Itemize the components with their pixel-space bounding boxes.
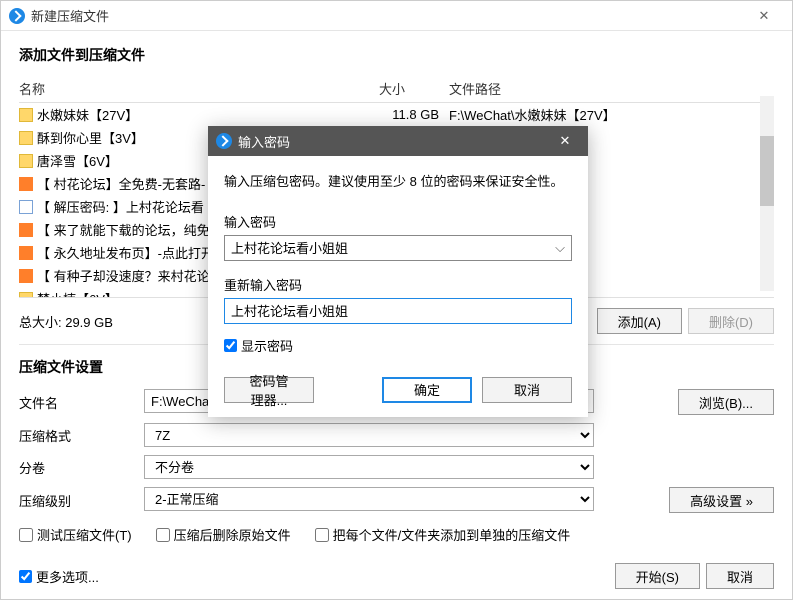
window-title: 新建压缩文件 bbox=[31, 6, 744, 25]
separate-checkbox-input[interactable] bbox=[315, 528, 329, 542]
ok-button[interactable]: 确定 bbox=[382, 377, 472, 403]
file-type-icon bbox=[19, 246, 33, 260]
delete-after-checkbox[interactable]: 压缩后删除原始文件 bbox=[156, 525, 291, 544]
password-combo[interactable]: 上村花论坛看小姐姐 ⌵ bbox=[224, 235, 572, 261]
delete-after-checkbox-label: 压缩后删除原始文件 bbox=[174, 525, 291, 544]
separate-checkbox-label: 把每个文件/文件夹添加到单独的压缩文件 bbox=[333, 525, 571, 544]
password-manager-button[interactable]: 密码管理器... bbox=[224, 377, 314, 403]
bottom-bar: 更多选项... 开始(S) 取消 bbox=[1, 553, 792, 599]
volume-select[interactable]: 不分卷 bbox=[144, 455, 594, 479]
add-files-title: 添加文件到压缩文件 bbox=[19, 45, 774, 65]
password-label: 输入密码 bbox=[224, 212, 572, 231]
dialog-titlebar: 输入密码 ✕ bbox=[208, 126, 588, 156]
test-checkbox-label: 测试压缩文件(T) bbox=[37, 525, 132, 544]
file-list-header: 名称 大小 文件路径 bbox=[19, 75, 774, 103]
more-options-checkbox[interactable] bbox=[19, 570, 32, 583]
cancel-button[interactable]: 取消 bbox=[706, 563, 774, 589]
dialog-app-icon bbox=[216, 133, 232, 149]
add-button[interactable]: 添加(A) bbox=[597, 308, 682, 334]
dialog-cancel-button[interactable]: 取消 bbox=[482, 377, 572, 403]
window-titlebar: 新建压缩文件 ✕ bbox=[1, 1, 792, 31]
advanced-button[interactable]: 高级设置 » bbox=[669, 487, 774, 513]
level-select[interactable]: 2-正常压缩 bbox=[144, 487, 594, 511]
file-size: 11.8 GB bbox=[379, 107, 449, 122]
delete-button: 删除(D) bbox=[688, 308, 774, 334]
start-button[interactable]: 开始(S) bbox=[615, 563, 700, 589]
file-name: 水嫩妹妹【27V】 bbox=[37, 105, 379, 124]
more-options-label: 更多选项... bbox=[36, 567, 99, 586]
test-checkbox-input[interactable] bbox=[19, 528, 33, 542]
level-label: 压缩级别 bbox=[19, 491, 144, 510]
app-icon bbox=[9, 8, 25, 24]
volume-label: 分卷 bbox=[19, 458, 144, 477]
dialog-title: 输入密码 bbox=[238, 132, 550, 151]
scrollbar-thumb[interactable] bbox=[760, 136, 774, 206]
scrollbar[interactable] bbox=[760, 96, 774, 291]
file-type-icon bbox=[19, 223, 33, 237]
header-size[interactable]: 大小 bbox=[379, 79, 449, 98]
show-password-checkbox-input[interactable] bbox=[224, 339, 237, 352]
test-checkbox[interactable]: 测试压缩文件(T) bbox=[19, 525, 132, 544]
show-password-checkbox[interactable]: 显示密码 bbox=[224, 336, 572, 355]
show-password-label: 显示密码 bbox=[241, 336, 293, 355]
list-item[interactable]: 水嫩妹妹【27V】11.8 GBF:\WeChat\水嫩妹妹【27V】 bbox=[19, 103, 774, 126]
file-type-icon bbox=[19, 131, 33, 145]
repassword-input[interactable] bbox=[224, 298, 572, 324]
format-select[interactable]: 7Z bbox=[144, 423, 594, 447]
filename-label: 文件名 bbox=[19, 393, 144, 412]
file-type-icon bbox=[19, 154, 33, 168]
close-icon[interactable]: ✕ bbox=[744, 1, 784, 31]
separate-checkbox[interactable]: 把每个文件/文件夹添加到单独的压缩文件 bbox=[315, 525, 571, 544]
file-type-icon bbox=[19, 200, 33, 214]
password-value: 上村花论坛看小姐姐 bbox=[231, 238, 555, 257]
password-dialog: 输入密码 ✕ 输入压缩包密码。建议使用至少 8 位的密码来保证安全性。 输入密码… bbox=[208, 126, 588, 417]
more-options[interactable]: 更多选项... bbox=[19, 567, 609, 586]
file-type-icon bbox=[19, 269, 33, 283]
format-label: 压缩格式 bbox=[19, 426, 144, 445]
file-type-icon bbox=[19, 108, 33, 122]
dialog-hint: 输入压缩包密码。建议使用至少 8 位的密码来保证安全性。 bbox=[224, 172, 572, 192]
file-path: F:\WeChat\水嫩妹妹【27V】 bbox=[449, 105, 774, 124]
chevron-down-icon[interactable]: ⌵ bbox=[555, 240, 565, 256]
header-name[interactable]: 名称 bbox=[19, 79, 379, 98]
file-type-icon bbox=[19, 292, 33, 299]
file-type-icon bbox=[19, 177, 33, 191]
delete-after-checkbox-input[interactable] bbox=[156, 528, 170, 542]
browse-button[interactable]: 浏览(B)... bbox=[678, 389, 774, 415]
repassword-label: 重新输入密码 bbox=[224, 275, 572, 294]
header-path[interactable]: 文件路径 bbox=[449, 79, 774, 98]
dialog-close-icon[interactable]: ✕ bbox=[550, 133, 580, 149]
